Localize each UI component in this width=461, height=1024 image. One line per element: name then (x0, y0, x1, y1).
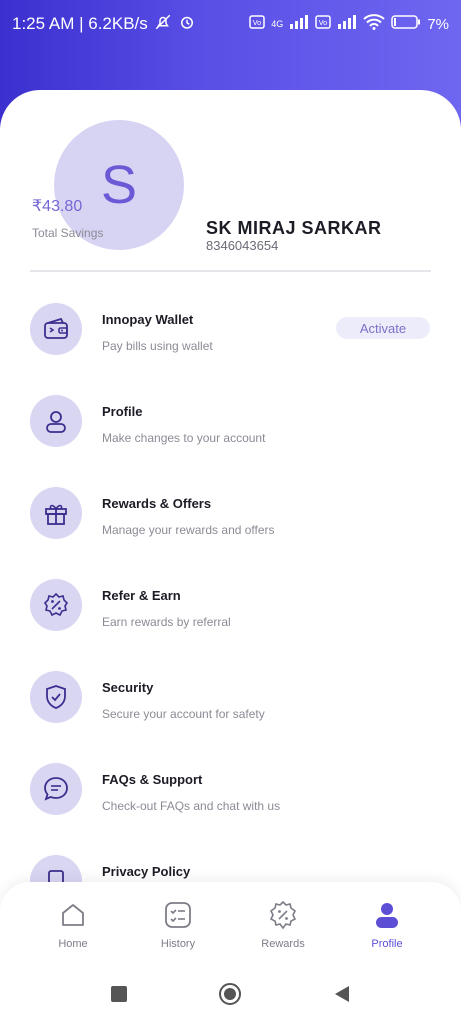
nav-label: Rewards (261, 938, 305, 950)
home-icon (56, 898, 90, 932)
nav-profile[interactable]: Profile (342, 898, 432, 950)
total-savings-label: Total Savings (32, 226, 104, 240)
bottom-nav: Home History Rewards Profile (0, 882, 461, 962)
nav-label: Home (58, 938, 88, 950)
menu-title: Rewards & Offers (102, 496, 212, 511)
menu-subtitle: Pay bills using wallet (102, 339, 213, 353)
menu-title: Security (102, 680, 154, 695)
network-type: 4G (271, 19, 284, 29)
nav-history[interactable]: History (133, 898, 223, 950)
menu-subtitle: Manage your rewards and offers (102, 523, 275, 537)
status-time-speed: 1:25 AM | 6.2KB/s (12, 14, 148, 33)
back-button[interactable] (330, 982, 354, 1006)
menu-item-security[interactable]: Security Secure your account for safety (0, 671, 461, 761)
rewards-icon (266, 898, 300, 932)
nav-label: Profile (371, 938, 403, 950)
menu-item-rewards-offers[interactable]: Rewards & Offers Manage your rewards and… (0, 487, 461, 577)
menu-title: Innopay Wallet (102, 312, 194, 327)
home-system-button[interactable] (218, 982, 242, 1006)
signal-icon (289, 14, 309, 34)
wifi-icon (363, 14, 385, 34)
chat-icon (30, 763, 82, 815)
gift-icon (30, 487, 82, 539)
menu-title: FAQs & Support (102, 772, 203, 787)
recents-button[interactable] (107, 982, 131, 1006)
nav-label: History (160, 938, 196, 950)
user-phone: 8346043654 (206, 238, 279, 253)
avatar-letter: S (100, 155, 138, 215)
menu-title: Privacy Policy (102, 864, 191, 879)
volte-icon: Vo (249, 15, 266, 33)
alarm-icon (178, 13, 196, 36)
mute-icon (154, 13, 172, 36)
menu-item-profile[interactable]: Profile Make changes to your account (0, 395, 461, 485)
wallet-icon (30, 303, 82, 355)
shield-icon (30, 671, 82, 723)
status-bar: 1:25 AM | 6.2KB/s Vo 4G Vo 7% (0, 0, 461, 48)
menu-title: Profile (102, 404, 143, 419)
volte-icon-2: Vo (315, 15, 332, 33)
activate-button[interactable]: Activate (336, 317, 430, 339)
divider (30, 270, 431, 272)
battery-icon (391, 15, 421, 33)
total-savings-amount: ₹43.80 (32, 198, 83, 215)
menu-title: Refer & Earn (102, 588, 181, 603)
menu-subtitle: Secure your account for safety (102, 707, 265, 721)
menu-subtitle: Earn rewards by referral (102, 615, 231, 629)
battery-percent: 7% (427, 15, 449, 33)
system-nav-bar (0, 962, 461, 1024)
profile-icon (370, 898, 404, 932)
signal-icon-2 (337, 14, 357, 34)
user-name: SK MIRAJ SARKAR (206, 218, 382, 238)
menu-subtitle: Check-out FAQs and chat with us (102, 799, 281, 813)
svg-text:Vo: Vo (319, 19, 328, 27)
user-icon (30, 395, 82, 447)
nav-rewards[interactable]: Rewards (238, 898, 328, 950)
menu-subtitle: Make changes to your account (102, 431, 266, 445)
svg-text:Vo: Vo (253, 19, 262, 27)
history-icon (161, 898, 195, 932)
menu-item-refer-earn[interactable]: Refer & Earn Earn rewards by referral (0, 579, 461, 669)
menu-item-innopay-wallet[interactable]: Innopay Wallet Pay bills using wallet Ac… (0, 303, 461, 393)
nav-home[interactable]: Home (28, 898, 118, 950)
menu-item-faqs-support[interactable]: FAQs & Support Check-out FAQs and chat w… (0, 763, 461, 853)
percent-badge-icon (30, 579, 82, 631)
